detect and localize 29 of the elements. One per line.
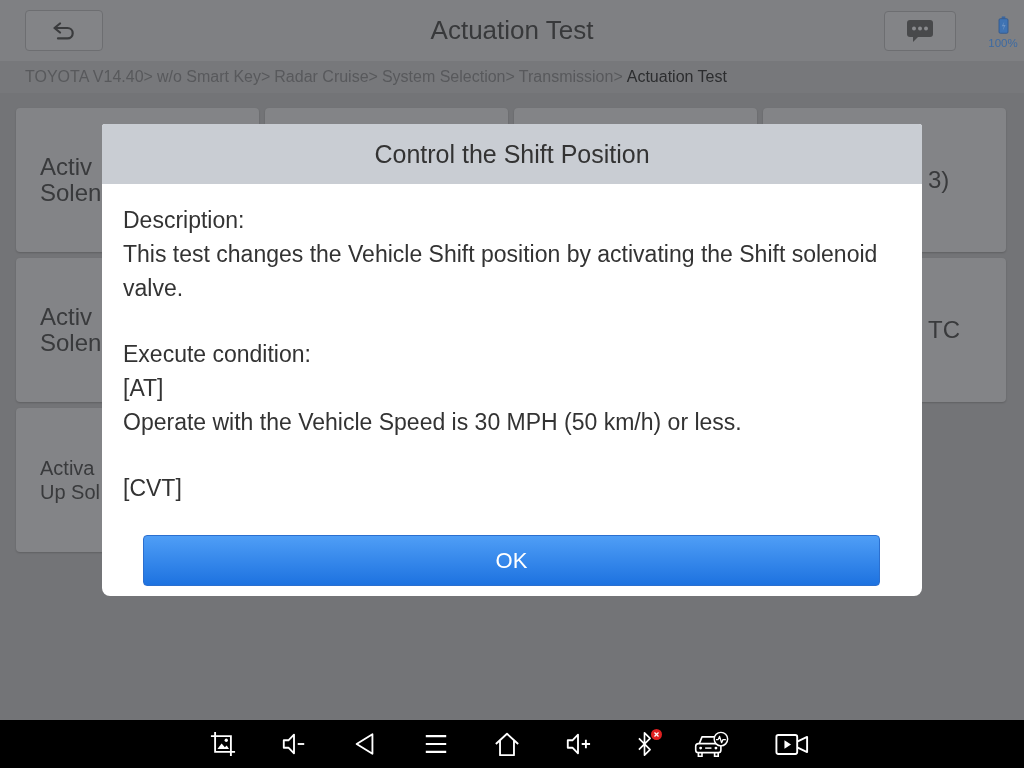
- tile-label: 3): [928, 167, 950, 193]
- bluetooth-icon[interactable]: [637, 731, 652, 757]
- ok-button[interactable]: OK: [143, 535, 880, 586]
- breadcrumb-item[interactable]: Actuation Test: [626, 68, 727, 86]
- back-arrow-icon: [52, 21, 76, 40]
- tile-label: Activ Solen: [40, 154, 102, 206]
- tile-label: TC: [928, 317, 960, 343]
- image-crop-icon[interactable]: [210, 731, 236, 757]
- dialog-text: Description:: [123, 207, 245, 233]
- dialog-text: Execute condition:: [123, 341, 311, 367]
- battery-reading: 100%: [988, 36, 1018, 49]
- dialog-text: [AT]: [123, 375, 164, 401]
- volume-up-icon[interactable]: [565, 731, 591, 757]
- tile-label: Activ Solen: [40, 304, 102, 356]
- battery-icon: [997, 15, 1009, 34]
- home-icon[interactable]: [494, 731, 520, 757]
- dialog-text: Operate with the Vehicle Speed is 30 MPH (50 km/h) or less.: [123, 409, 742, 435]
- volume-down-icon[interactable]: [281, 731, 307, 757]
- car-diagnostic-icon[interactable]: [693, 730, 729, 758]
- message-button[interactable]: [884, 10, 956, 51]
- dialog-title: Control the Shift Position: [374, 139, 650, 169]
- error-badge-icon: [650, 729, 662, 740]
- chat-icon: [906, 18, 934, 43]
- back-button[interactable]: [25, 10, 103, 51]
- page-title: Actuation Test: [430, 15, 594, 46]
- dialog-text: [CVT]: [123, 475, 182, 501]
- video-camera-icon[interactable]: [774, 731, 809, 757]
- dialog-text: This test changes the Vehicle Shift position by activating the Shift solenoid valve.: [123, 241, 878, 301]
- tile-label: Activa Up Sol: [40, 456, 101, 504]
